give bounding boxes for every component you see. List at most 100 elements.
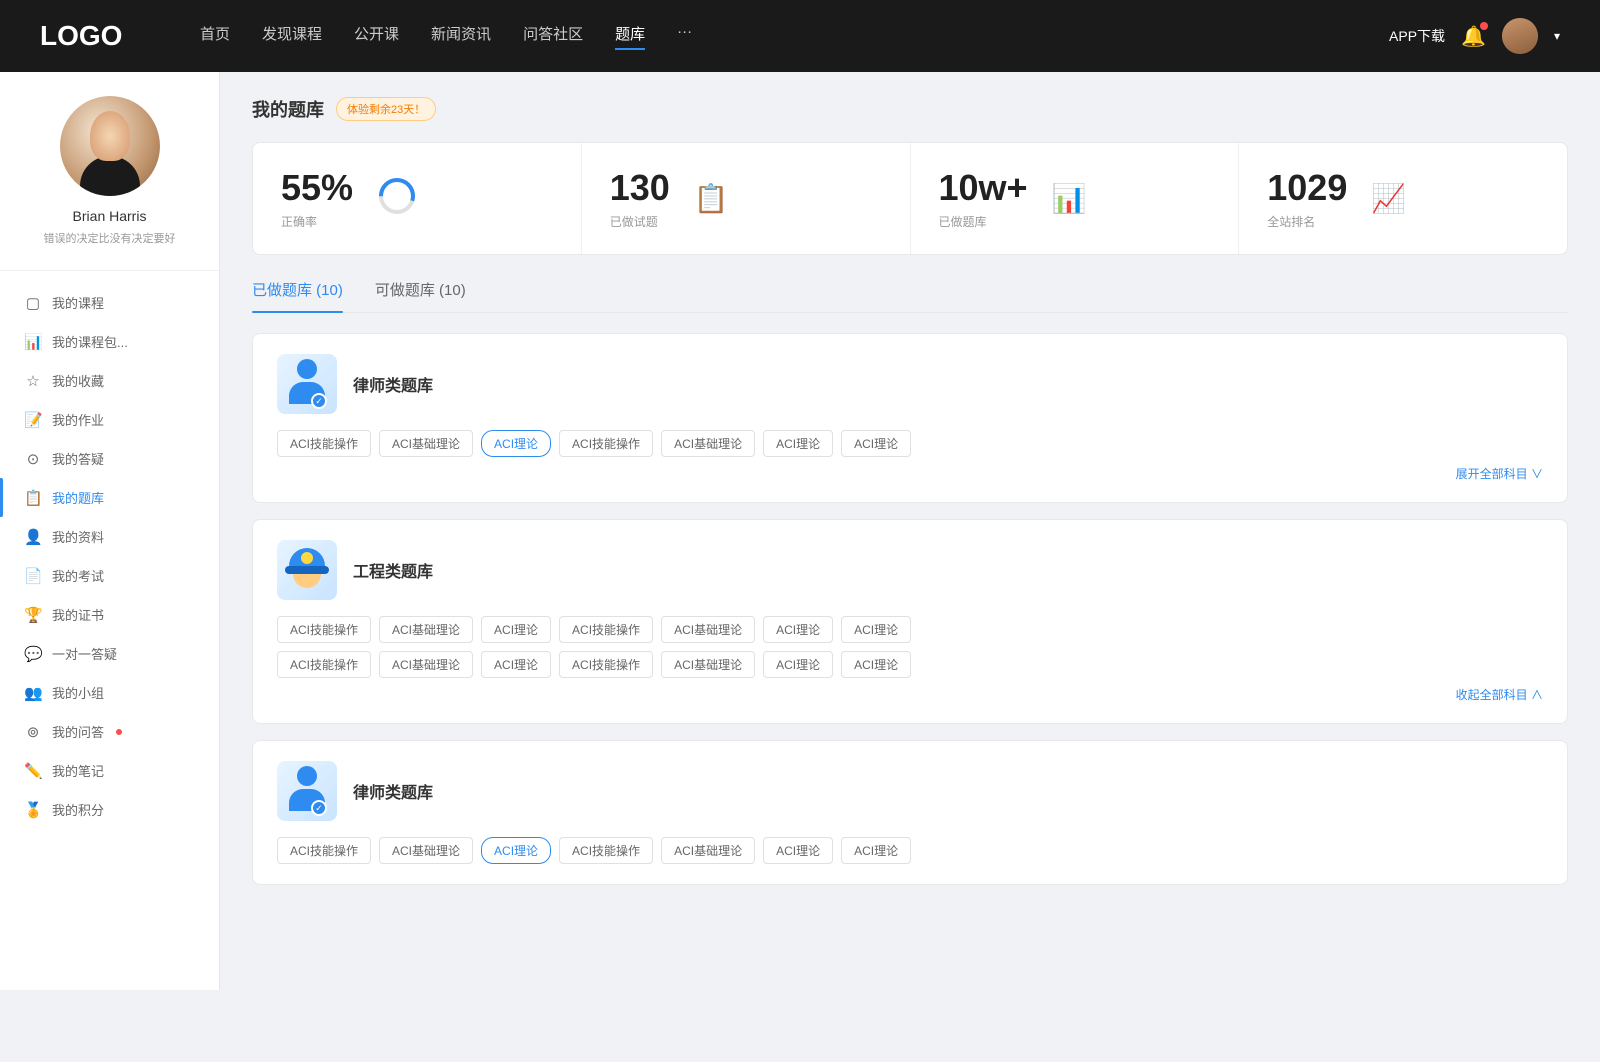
stat-done-questions-icon: 📋 — [694, 182, 729, 215]
my-exam-label: 我的考试 — [52, 566, 104, 585]
bank-card-lawyer-2: ✓ 律师类题库 ACI技能操作 ACI基础理论 ACI理论 ACI技能操作 AC… — [252, 740, 1568, 885]
nav-discover[interactable]: 发现课程 — [262, 23, 322, 50]
sidebar-profile: Brian Harris 错误的决定比没有决定要好 — [0, 96, 219, 271]
lawyer2-person-head — [297, 766, 317, 786]
my-qa-icon: ⊚ — [24, 723, 42, 741]
my-notes-label: 我的笔记 — [52, 761, 104, 780]
sidebar-item-my-cert[interactable]: 🏆 我的证书 — [0, 595, 219, 634]
tag-law2-theory-2[interactable]: ACI理论 — [763, 837, 833, 864]
navbar: LOGO 首页 发现课程 公开课 新闻资讯 问答社区 题库 ··· APP下载 … — [0, 0, 1600, 72]
tag-eng2-basic-1[interactable]: ACI基础理论 — [379, 651, 473, 678]
my-homework-label: 我的作业 — [52, 410, 104, 429]
tab-todo[interactable]: 可做题库 (10) — [375, 279, 466, 312]
stat-accuracy: 55% 正确率 — [253, 143, 582, 254]
tag-aci-theory-1-active[interactable]: ACI理论 — [481, 430, 551, 457]
tag-eng2-theory-2[interactable]: ACI理论 — [763, 651, 833, 678]
nav-more[interactable]: ··· — [677, 23, 692, 50]
my-bank-icon: 📋 — [24, 489, 42, 507]
sidebar-item-my-profile[interactable]: 👤 我的资料 — [0, 517, 219, 556]
page-title: 我的题库 — [252, 96, 324, 122]
tag-aci-theory-3[interactable]: ACI理论 — [841, 430, 911, 457]
nav-news[interactable]: 新闻资讯 — [431, 23, 491, 50]
bank-card-lawyer-2-header: ✓ 律师类题库 — [277, 761, 1543, 821]
main-content: 我的题库 体验剩余23天！ 55% 正确率 — [220, 72, 1600, 990]
tag-eng-theory-3[interactable]: ACI理论 — [841, 616, 911, 643]
tag-law2-theory-active[interactable]: ACI理论 — [481, 837, 551, 864]
sidebar-item-my-points[interactable]: 🏅 我的积分 — [0, 790, 219, 829]
user-menu-chevron[interactable]: ▾ — [1554, 29, 1560, 43]
sidebar-item-my-questions[interactable]: ⊙ 我的答疑 — [0, 439, 219, 478]
tag-eng2-skill-1[interactable]: ACI技能操作 — [277, 651, 371, 678]
lawyer2-person-icon: ✓ — [285, 766, 329, 816]
nav-home[interactable]: 首页 — [200, 23, 230, 50]
nav-qa[interactable]: 问答社区 — [523, 23, 583, 50]
bank-card-lawyer-2-tags: ACI技能操作 ACI基础理论 ACI理论 ACI技能操作 ACI基础理论 AC… — [277, 837, 1543, 864]
person-head — [297, 359, 317, 379]
notification-bell[interactable]: 🔔 — [1461, 24, 1486, 49]
my-favorites-icon: ☆ — [24, 372, 42, 390]
tag-law2-skill-1[interactable]: ACI技能操作 — [277, 837, 371, 864]
bank-card-lawyer-1-expand[interactable]: 展开全部科目 ∨ — [277, 465, 1543, 482]
sidebar-item-my-notes[interactable]: ✏️ 我的笔记 — [0, 751, 219, 790]
sidebar-item-my-courses[interactable]: ▢ 我的课程 — [0, 283, 219, 322]
my-packages-label: 我的课程包... — [52, 332, 128, 351]
sidebar-item-my-exam[interactable]: 📄 我的考试 — [0, 556, 219, 595]
bank-card-lawyer-2-title: 律师类题库 — [353, 779, 433, 803]
tag-eng2-theory-3[interactable]: ACI理论 — [841, 651, 911, 678]
bank-card-lawyer-1-header: ✓ 律师类题库 — [277, 354, 1543, 414]
tag-eng2-basic-2[interactable]: ACI基础理论 — [661, 651, 755, 678]
bank-card-lawyer-1-icon: ✓ — [277, 354, 337, 414]
bank-card-engineer-collapse[interactable]: 收起全部科目 ∧ — [277, 686, 1543, 703]
tag-aci-skill-2[interactable]: ACI技能操作 — [559, 430, 653, 457]
bank-card-lawyer-2-icon: ✓ — [277, 761, 337, 821]
bank-card-engineer: 工程类题库 ACI技能操作 ACI基础理论 ACI理论 ACI技能操作 ACI基… — [252, 519, 1568, 724]
tag-eng-basic-2[interactable]: ACI基础理论 — [661, 616, 755, 643]
sidebar-item-one-on-one[interactable]: 💬 一对一答疑 — [0, 634, 219, 673]
nav-bank[interactable]: 题库 — [615, 23, 645, 50]
stats-row: 55% 正确率 130 已做试题 📋 — [252, 142, 1568, 255]
main-layout: Brian Harris 错误的决定比没有决定要好 ▢ 我的课程 📊 我的课程包… — [0, 72, 1600, 990]
checkmark-badge: ✓ — [311, 393, 327, 409]
tag-eng2-skill-2[interactable]: ACI技能操作 — [559, 651, 653, 678]
stat-done-questions-label: 已做试题 — [610, 213, 670, 230]
app-download-btn[interactable]: APP下载 — [1389, 26, 1445, 46]
tag-eng-theory-2[interactable]: ACI理论 — [763, 616, 833, 643]
tag-aci-theory-2[interactable]: ACI理论 — [763, 430, 833, 457]
tag-law2-basic-1[interactable]: ACI基础理论 — [379, 837, 473, 864]
stat-accuracy-icon — [377, 176, 417, 221]
tag-eng-theory-1[interactable]: ACI理论 — [481, 616, 551, 643]
engineer-helmet-icon — [285, 548, 329, 592]
tag-aci-basic-1[interactable]: ACI基础理论 — [379, 430, 473, 457]
tag-eng2-theory-1[interactable]: ACI理论 — [481, 651, 551, 678]
stat-rank: 1029 全站排名 📈 — [1239, 143, 1567, 254]
sidebar-item-my-bank[interactable]: 📋 我的题库 — [0, 478, 219, 517]
sidebar: Brian Harris 错误的决定比没有决定要好 ▢ 我的课程 📊 我的课程包… — [0, 72, 220, 990]
tag-eng-skill-1[interactable]: ACI技能操作 — [277, 616, 371, 643]
stat-done-banks-label: 已做题库 — [939, 213, 1028, 230]
navbar-right: APP下载 🔔 ▾ — [1389, 18, 1560, 54]
nav-open-course[interactable]: 公开课 — [354, 23, 399, 50]
bank-card-engineer-icon — [277, 540, 337, 600]
my-cert-label: 我的证书 — [52, 605, 104, 624]
sidebar-item-my-favorites[interactable]: ☆ 我的收藏 — [0, 361, 219, 400]
tag-aci-skill-1[interactable]: ACI技能操作 — [277, 430, 371, 457]
stat-done-banks-value: 10w+ — [939, 167, 1028, 209]
helmet-brim — [285, 566, 329, 574]
tag-law2-skill-2[interactable]: ACI技能操作 — [559, 837, 653, 864]
tag-law2-basic-2[interactable]: ACI基础理论 — [661, 837, 755, 864]
tag-eng-skill-2[interactable]: ACI技能操作 — [559, 616, 653, 643]
my-questions-label: 我的答疑 — [52, 449, 104, 468]
bank-card-engineer-title: 工程类题库 — [353, 558, 433, 582]
sidebar-menu: ▢ 我的课程 📊 我的课程包... ☆ 我的收藏 📝 我的作业 ⊙ 我的答疑 📋 — [0, 283, 219, 829]
sidebar-item-my-homework[interactable]: 📝 我的作业 — [0, 400, 219, 439]
my-homework-icon: 📝 — [24, 411, 42, 429]
tab-done[interactable]: 已做题库 (10) — [252, 279, 343, 312]
tag-aci-basic-2[interactable]: ACI基础理论 — [661, 430, 755, 457]
tag-law2-theory-3[interactable]: ACI理论 — [841, 837, 911, 864]
trial-badge: 体验剩余23天！ — [336, 97, 436, 121]
sidebar-item-my-packages[interactable]: 📊 我的课程包... — [0, 322, 219, 361]
sidebar-item-my-qa[interactable]: ⊚ 我的问答 — [0, 712, 219, 751]
tag-eng-basic-1[interactable]: ACI基础理论 — [379, 616, 473, 643]
sidebar-item-my-group[interactable]: 👥 我的小组 — [0, 673, 219, 712]
user-avatar[interactable] — [1502, 18, 1538, 54]
